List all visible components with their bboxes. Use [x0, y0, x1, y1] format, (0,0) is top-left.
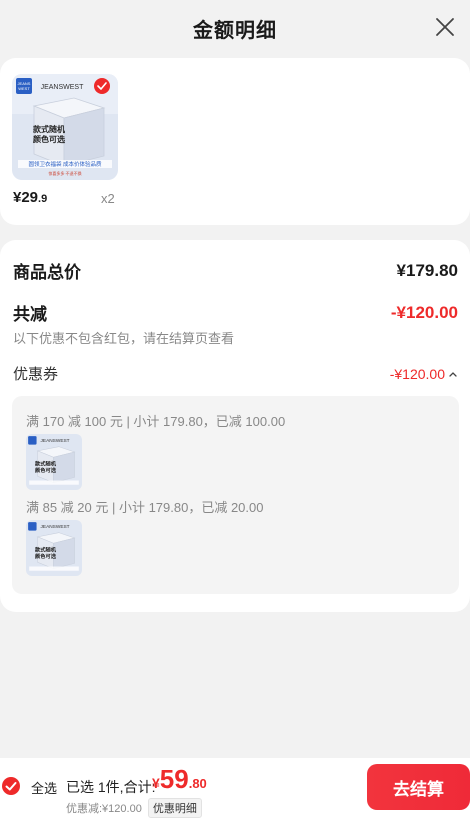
- svg-text:惊喜多多·不退不换: 惊喜多多·不退不换: [48, 170, 81, 176]
- coupon-label: 优惠券: [13, 366, 59, 383]
- product-card: JEANS WEST JEANSWEST 款式随机 颜色可选 圆领卫衣福袋 成本…: [0, 58, 470, 225]
- svg-text:圆领卫衣福袋 成本价体验品质: 圆领卫衣福袋 成本价体验品质: [28, 160, 102, 168]
- coupon-line-1: 满 170 减 100 元 | 小计 179.80，已减 100.00: [26, 414, 286, 429]
- discount-summary: 优惠减:¥120.00 优惠明细: [66, 798, 202, 818]
- coupon-product-image: JEANSWEST 款式随机 颜色可选: [26, 434, 82, 490]
- price-breakdown-card: 商品总价 ¥179.80 共减 -¥120.00 以下优惠不包含红包，请在结算页…: [0, 240, 470, 612]
- reduce-row: 共减 -¥120.00: [13, 300, 458, 325]
- svg-text:颜色可选: 颜色可选: [33, 134, 65, 144]
- total-amount: ¥59.80: [152, 764, 207, 794]
- chevron-up-icon[interactable]: [448, 369, 458, 379]
- coupon-product-image: JEANSWEST 款式随机 颜色可选: [26, 520, 82, 576]
- checkout-bar: 全选 已选 1件,合计: ¥59.80 优惠减:¥120.00 优惠明细 去结算: [0, 758, 470, 824]
- close-icon[interactable]: [432, 14, 458, 40]
- header: 金额明细: [0, 0, 470, 56]
- discount-detail-button[interactable]: 优惠明细: [147, 798, 202, 818]
- select-all-label[interactable]: 全选: [31, 778, 57, 797]
- discount-note: 以下优惠不包含红包，请在结算页查看: [13, 331, 235, 346]
- product-quantity: x2: [101, 191, 115, 206]
- svg-text:款式随机: 款式随机: [33, 124, 65, 134]
- coupon-value[interactable]: -¥120.00: [390, 366, 458, 382]
- reduce-value: -¥120.00: [390, 302, 458, 322]
- discount-text: 优惠减:¥120.00: [66, 803, 142, 815]
- product-price: ¥29.9: [13, 189, 48, 206]
- product-image[interactable]: JEANS WEST JEANSWEST 款式随机 颜色可选 圆领卫衣福袋 成本…: [12, 74, 118, 180]
- total-value: ¥179.80: [396, 260, 458, 280]
- check-icon: [5, 782, 17, 791]
- coupon-details: 满 170 减 100 元 | 小计 179.80，已减 100.00 JEAN…: [12, 396, 459, 594]
- svg-text:WEST: WEST: [18, 86, 30, 91]
- coupon-row[interactable]: 优惠券 -¥120.00: [13, 363, 458, 384]
- page-title: 金额明细: [193, 19, 277, 42]
- selection-summary: 已选 1件,合计:: [66, 779, 156, 795]
- checkout-button[interactable]: 去结算: [367, 764, 470, 810]
- svg-text:JEANSWEST: JEANSWEST: [41, 438, 70, 444]
- reduce-label: 共减: [13, 305, 47, 324]
- brand-text: JEANSWEST: [41, 84, 85, 91]
- svg-text:JEANSWEST: JEANSWEST: [41, 524, 70, 530]
- select-all-checkbox[interactable]: [2, 777, 20, 795]
- coupon-line-2: 满 85 减 20 元 | 小计 179.80，已减 20.00: [26, 500, 264, 515]
- total-row: 商品总价 ¥179.80: [13, 258, 458, 283]
- total-label: 商品总价: [13, 263, 81, 282]
